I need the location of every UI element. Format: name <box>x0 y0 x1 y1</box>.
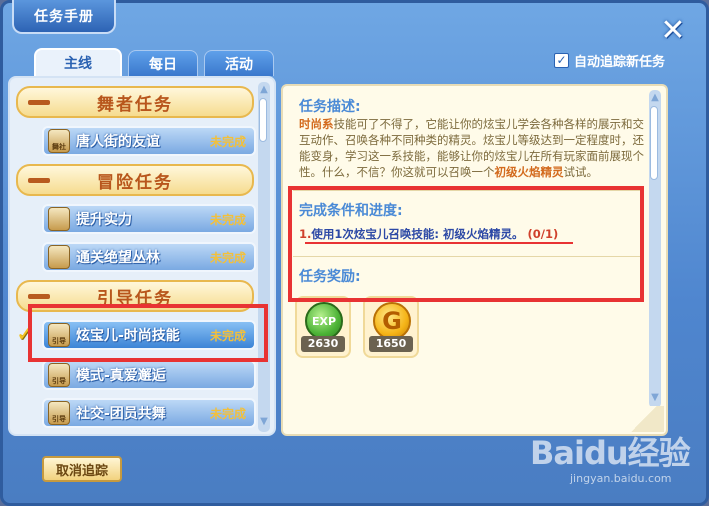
category-dancer[interactable]: 舞者任务 <box>16 86 254 118</box>
desc-highlight: 初级火焰精灵 <box>494 165 564 179</box>
watermark-logo: Baidu经验 <box>530 434 691 472</box>
task-status: 未完成 <box>209 406 246 421</box>
tab-event[interactable]: 活动 <box>204 50 274 76</box>
collapse-dash-icon <box>28 99 50 105</box>
scroll-badge-icon <box>48 207 70 231</box>
scroll-badge-icon <box>48 245 70 269</box>
reward-gold[interactable]: G 1650 <box>363 296 419 358</box>
task-list-panel: 舞者任务 舞社 唐人街的友谊 未完成 冒险任务 提升实力 未完成 通关绝望丛林 … <box>8 76 276 436</box>
desc-tail: 试试。 <box>563 165 599 179</box>
desc-highlight: 时尚系 <box>299 117 334 131</box>
dancer-badge-icon: 舞社 <box>48 129 70 153</box>
tab-daily[interactable]: 每日 <box>128 50 198 76</box>
task-list-scrollbar[interactable]: ▲ ▼ <box>258 82 270 432</box>
scroll-up-icon[interactable]: ▲ <box>648 92 662 104</box>
gold-coin-icon: G <box>373 302 411 340</box>
task-name: 模式-真爱邂逅 <box>76 368 166 384</box>
reward-amount: 1650 <box>369 336 413 352</box>
exp-coin-icon: EXP <box>305 302 343 340</box>
task-name: 通关绝望丛林 <box>76 250 160 266</box>
category-label: 舞者任务 <box>97 94 173 115</box>
description-title: 任务描述: <box>299 99 361 115</box>
task-name: 社交-团员共舞 <box>76 406 166 422</box>
task-status: 未完成 <box>209 212 246 227</box>
task-item[interactable]: 通关绝望丛林 未完成 <box>42 242 256 272</box>
task-item[interactable]: 舞社 唐人街的友谊 未完成 <box>42 126 256 156</box>
collapse-dash-icon <box>28 293 50 299</box>
tab-bar: 主线 每日 活动 <box>34 48 274 76</box>
annotation-box <box>28 304 268 362</box>
task-description: 时尚系技能可了不得了，它能让你的炫宝儿学会各种各样的展示和交互动作、召唤各种不同… <box>299 116 647 180</box>
reward-amount: 2630 <box>301 336 345 352</box>
auto-track-label: 自动追踪新任务 <box>574 55 666 70</box>
task-status: 未完成 <box>209 250 246 265</box>
scroll-down-icon[interactable]: ▼ <box>257 416 271 428</box>
task-name: 提升实力 <box>76 212 132 228</box>
annotation-underline <box>305 242 573 244</box>
collapse-dash-icon <box>28 177 50 183</box>
annotation-box <box>288 186 644 302</box>
auto-track-toggle[interactable]: ✓ 自动追踪新任务 <box>554 51 665 70</box>
category-label: 冒险任务 <box>97 172 173 193</box>
window-title: 任务手册 <box>12 0 116 34</box>
task-status: 未完成 <box>209 134 246 149</box>
reward-exp[interactable]: EXP 2630 <box>295 296 351 358</box>
task-item[interactable]: 提升实力 未完成 <box>42 204 256 234</box>
scroll-up-icon[interactable]: ▲ <box>257 84 271 96</box>
guide-badge-icon: 引导 <box>48 363 70 387</box>
guide-badge-icon: 引导 <box>48 401 70 425</box>
cancel-tracking-button[interactable]: 取消追踪 <box>42 456 122 482</box>
task-item[interactable]: 引导 模式-真爱邂逅 <box>42 360 256 390</box>
scroll-thumb[interactable] <box>650 106 658 180</box>
category-adventure[interactable]: 冒险任务 <box>16 164 254 196</box>
close-icon[interactable]: ✕ <box>656 14 690 48</box>
detail-scrollbar[interactable]: ▲ ▼ <box>649 90 661 408</box>
scroll-thumb[interactable] <box>259 98 267 142</box>
task-item[interactable]: 引导 社交-团员共舞 未完成 <box>42 398 256 428</box>
checkbox-checked-icon[interactable]: ✓ <box>554 53 569 68</box>
tab-main[interactable]: 主线 <box>34 48 122 76</box>
task-name: 唐人街的友谊 <box>76 134 160 150</box>
scroll-down-icon[interactable]: ▼ <box>648 392 662 404</box>
watermark: Baidu经验 jingyan.baidu.com <box>530 428 700 488</box>
